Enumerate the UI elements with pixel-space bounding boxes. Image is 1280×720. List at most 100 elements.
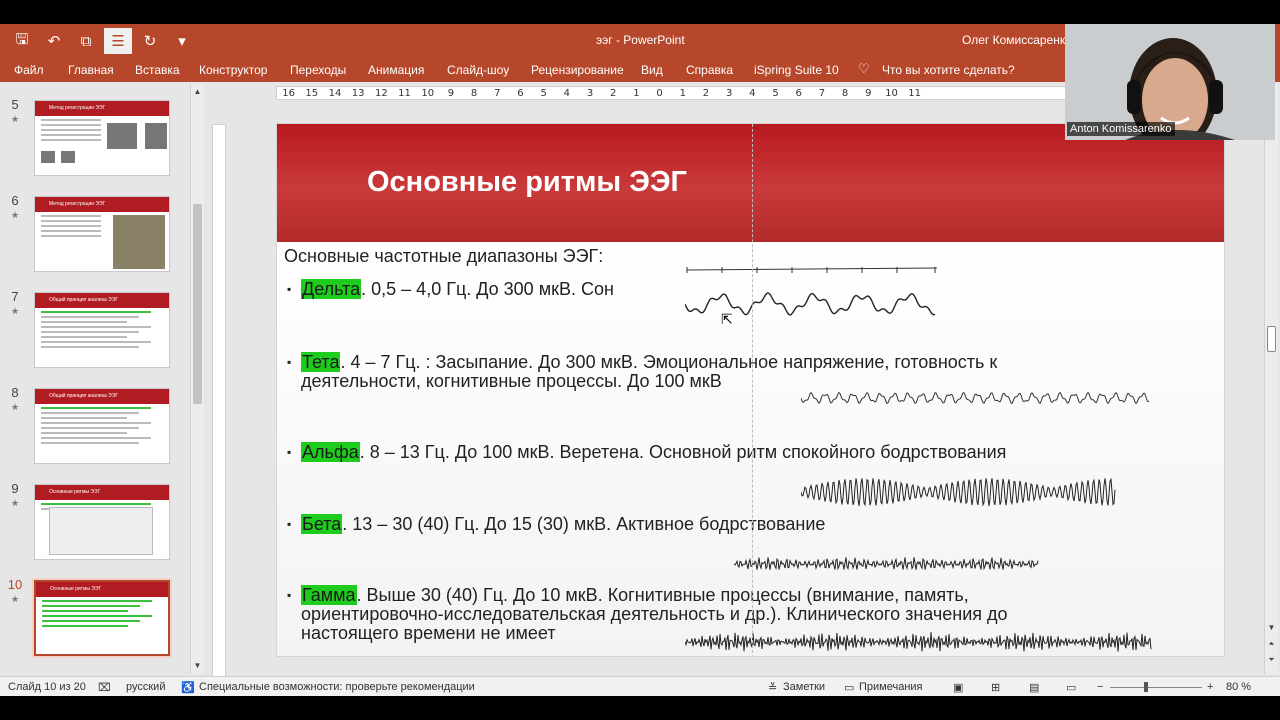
thumbnail-text-line (41, 503, 151, 505)
zoom-out-icon[interactable]: − (1097, 681, 1103, 693)
ribbon-tab[interactable]: Рецензирование (531, 63, 624, 77)
thumbnail-text-line (41, 311, 151, 313)
reading-view-icon[interactable]: ▤ (1029, 681, 1039, 694)
customize-icon[interactable]: ▾ (168, 28, 196, 54)
thumbnail-text-line (41, 417, 127, 419)
ribbon-tab[interactable]: Слайд-шоу (447, 63, 509, 77)
spellcheck-icon[interactable]: ⌧ (98, 681, 111, 694)
language-indicator[interactable]: русский (126, 681, 165, 693)
rhythm-alpha[interactable]: ▪ Альфа. 8 – 13 Гц. До 100 мкВ. Веретена.… (287, 442, 1006, 462)
account-name[interactable]: Олег Комиссаренко (962, 33, 1072, 47)
scrollbar-thumb[interactable] (1267, 326, 1276, 352)
prev-slide-icon[interactable]: ⏶ (1265, 638, 1278, 650)
thumbnail-image (107, 123, 137, 149)
status-bar: Слайд 10 из 20 ⌧ русский ♿ Специальные в… (0, 676, 1280, 696)
slide-thumbnail[interactable]: Общий принцип анализа ЭЭГ (34, 388, 170, 464)
thumbnail-text-line (41, 412, 139, 414)
ruler-tick: 2 (610, 88, 617, 99)
scroll-up-icon[interactable]: ▲ (191, 86, 204, 98)
ruler-tick: 11 (398, 88, 411, 99)
ruler-tick: 1 (679, 88, 686, 99)
rhythm-beta[interactable]: ▪ Бета. 13 – 30 (40) Гц. До 15 (30) мкВ. … (287, 514, 825, 534)
animation-star-icon: ★ (10, 306, 20, 316)
ribbon-tab[interactable]: Справка (686, 63, 733, 77)
eeg-beta-trace[interactable] (734, 546, 1040, 582)
zoom-slider[interactable] (1110, 687, 1202, 688)
thumbnail-number: 5 (11, 97, 19, 112)
slideshow-view-icon[interactable]: ▭ (1066, 681, 1076, 694)
thumbnail-title: Основные ритмы ЭЭГ (36, 582, 168, 597)
ruler-tick: 6 (517, 88, 524, 99)
slide-thumbnail[interactable]: Метод регистрации ЭЭГ (34, 100, 170, 176)
redo-icon[interactable]: ↻ (136, 28, 164, 54)
vertical-ruler (212, 124, 226, 680)
ribbon-tab[interactable]: Вставка (135, 63, 180, 77)
window-title: ээг - PowerPoint (596, 33, 685, 47)
slide-canvas[interactable]: Основные ритмы ЭЭГ Основные частотные ди… (276, 123, 1225, 657)
slide-counter: Слайд 10 из 20 (8, 681, 86, 693)
rhythm-desc-line3: настоящего времени не имеет (301, 623, 556, 643)
thumbnail-title: Метод регистрации ЭЭГ (35, 197, 169, 212)
next-slide-icon[interactable]: ⏷ (1265, 654, 1278, 666)
slide-thumbnail[interactable]: Общий принцип анализа ЭЭГ (34, 292, 170, 368)
participant-name: Anton Komissarenko (1067, 122, 1175, 136)
scroll-down-icon[interactable]: ▼ (191, 660, 204, 672)
ribbon-tab[interactable]: iSpring Suite 10 (754, 63, 839, 77)
thumbnail-text-line (41, 225, 101, 227)
comments-button[interactable]: Примечания (859, 681, 923, 693)
save-icon[interactable]: 🖫 (8, 28, 36, 54)
slide-title[interactable]: Основные ритмы ЭЭГ (367, 166, 687, 199)
bullets-icon[interactable]: ☰ (104, 28, 132, 54)
accessibility-status[interactable]: Специальные возможности: проверьте реком… (199, 681, 475, 693)
scrollbar-thumb[interactable] (193, 204, 202, 404)
eeg-alpha-trace[interactable] (801, 470, 1117, 514)
slide-sorter-icon[interactable]: ⊞ (991, 681, 1000, 694)
ribbon-tab[interactable]: Главная (68, 63, 114, 77)
ribbon-tab[interactable]: Вид (641, 63, 663, 77)
rhythm-name: Гамма (301, 585, 357, 605)
eeg-delta-trace[interactable]: ⇱ (685, 264, 955, 334)
svg-text:⇱: ⇱ (721, 311, 733, 327)
ribbon-tab[interactable]: Файл (14, 63, 44, 77)
ribbon-tab[interactable]: Анимация (368, 63, 424, 77)
thumbnail-text-line (41, 119, 101, 121)
ruler-tick: 16 (282, 88, 295, 99)
thumbnail-number: 10 (7, 577, 23, 592)
slideshow-icon[interactable]: ⧉ (72, 28, 100, 54)
animation-star-icon: ★ (10, 498, 20, 508)
thumbnail-scrollbar[interactable]: ▲ ▼ (190, 84, 204, 674)
thumbnail-text-line (41, 346, 139, 348)
scroll-down-icon[interactable]: ▼ (1265, 622, 1278, 634)
thumbnail-text-line (41, 437, 151, 439)
thumbnail-title: Общий принцип анализа ЭЭГ (35, 389, 169, 404)
thumbnail-text-line (42, 620, 140, 622)
ruler-tick: 15 (305, 88, 319, 99)
undo-icon[interactable]: ↶ (40, 28, 68, 54)
zoom-level[interactable]: 80 % (1226, 681, 1251, 693)
rhythm-delta[interactable]: ▪ Дельта. 0,5 – 4,0 Гц. До 300 мкВ. Сон (287, 279, 614, 299)
zoom-slider-knob[interactable] (1144, 682, 1148, 692)
rhythm-name: Дельта (301, 279, 362, 299)
slide-subtitle[interactable]: Основные частотные диапазоны ЭЭГ: (284, 246, 603, 267)
quick-access-toolbar: 🖫 ↶ ⧉ ☰ ↻ ▾ (8, 24, 196, 58)
rhythm-theta[interactable]: ▪ Тета. 4 – 7 Гц. : Засыпание. До 300 мкВ… (287, 352, 997, 372)
notes-button[interactable]: Заметки (783, 681, 825, 693)
slide-thumbnail[interactable]: Метод регистрации ЭЭГ (34, 196, 170, 272)
zoom-in-icon[interactable]: + (1207, 681, 1213, 693)
eeg-gamma-trace[interactable] (685, 626, 1153, 657)
thumbnail-text-line (41, 129, 101, 131)
slide-thumbnail[interactable]: Основные ритмы ЭЭГ (34, 580, 170, 656)
slide-scrollbar[interactable]: ▲ ▼ ⏶ ⏷ (1264, 84, 1278, 674)
normal-view-icon[interactable]: ▣ (953, 681, 963, 694)
slide-thumbnail[interactable]: Основные ритмы ЭЭГ (34, 484, 170, 560)
thumbnail-number: 7 (11, 289, 19, 304)
tell-me-search[interactable]: Что вы хотите сделать? (882, 63, 1015, 77)
ruler-tick: 7 (818, 88, 826, 99)
rhythm-gamma[interactable]: ▪ Гамма. Выше 30 (40) Гц. До 10 мкВ. Когн… (287, 585, 969, 605)
ruler-tick: 3 (725, 88, 733, 99)
ruler-tick: 7 (494, 88, 501, 99)
ruler-tick: 10 (885, 88, 898, 99)
eeg-theta-trace[interactable] (801, 380, 1151, 416)
ribbon-tab[interactable]: Конструктор (199, 63, 267, 77)
ribbon-tab[interactable]: Переходы (290, 63, 346, 77)
